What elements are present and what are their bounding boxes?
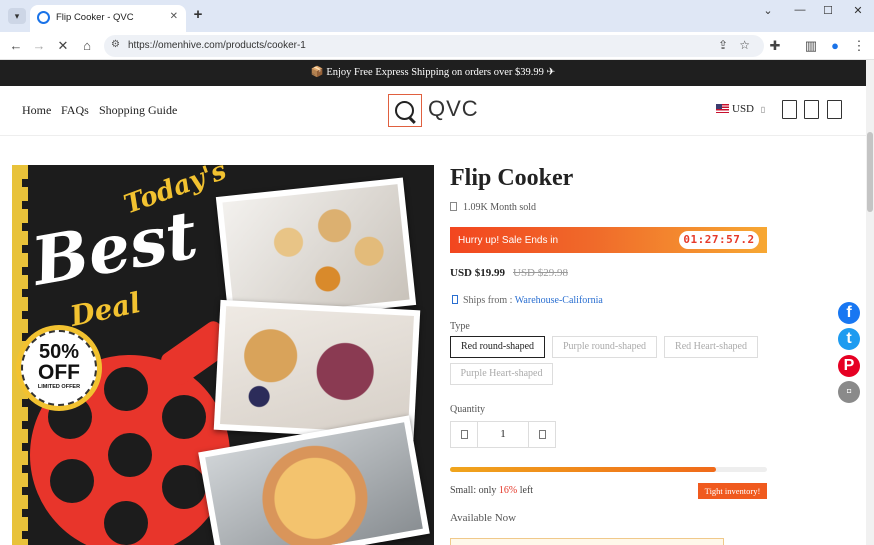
nav-home-link[interactable]: Home (22, 103, 51, 118)
product-title: Flip Cooker (450, 165, 574, 191)
variant-purple-heart[interactable]: Purple Heart-shaped (450, 363, 553, 385)
tab-title: Flip Cooker - QVC (56, 12, 134, 23)
nav-shopping-guide-link[interactable]: Shopping Guide (99, 103, 177, 118)
decrease-quantity-button[interactable] (451, 422, 477, 447)
quantity-stepper: 1 (450, 421, 556, 448)
search-icon[interactable] (782, 100, 797, 119)
site-info-icon[interactable]: ⚙ (111, 39, 120, 50)
warehouse-link[interactable]: Warehouse-California (515, 295, 603, 306)
original-price: USD $29.98 (513, 267, 569, 279)
sale-countdown-bar: Hurry up! Sale Ends in 01:27:57.2 (450, 227, 767, 253)
variant-purple-round[interactable]: Purple round-shaped (552, 336, 657, 358)
share-page-icon[interactable]: ⇪ (718, 38, 728, 52)
quantity-label: Quantity (450, 404, 485, 415)
stop-loading-icon[interactable]: ✕ (54, 37, 72, 55)
browser-toolbar: ← → ✕ ⌂ ⚙ https://omenhive.com/products/… (0, 32, 874, 60)
back-icon[interactable]: ← (7, 37, 25, 55)
new-tab-icon[interactable]: + (190, 7, 206, 23)
badge-limited: LIMITED OFFER (37, 384, 81, 390)
stock-percent: 16% (498, 485, 518, 496)
share-icon[interactable]: ▫ (838, 381, 860, 403)
pinterest-icon[interactable]: P (838, 355, 860, 377)
ships-from: Ships from : Warehouse-California (452, 295, 603, 306)
side-panel-icon[interactable]: ▥ (802, 37, 820, 55)
url-text[interactable]: https://omenhive.com/products/cooker-1 (128, 40, 306, 51)
twitter-icon[interactable]: t (838, 328, 860, 350)
stock-progress-bar (450, 467, 767, 472)
badge-percent: 50% (38, 341, 80, 363)
account-icon[interactable] (804, 100, 819, 119)
quantity-input[interactable]: 1 (477, 422, 529, 447)
promo-headline-best: Best (26, 195, 203, 301)
facebook-icon[interactable]: f (838, 302, 860, 324)
page-scrollbar[interactable] (866, 60, 874, 545)
announcement-bar: 📦 Enjoy Free Express Shipping on orders … (0, 60, 866, 86)
sale-text: Hurry up! Sale Ends in (458, 235, 559, 246)
fire-icon (450, 202, 457, 211)
address-bar[interactable]: ⚙ https://omenhive.com/products/cooker-1… (104, 35, 764, 57)
bookmark-star-icon[interactable]: ☆ (739, 38, 750, 52)
countdown-timer: 01:27:57.2 (679, 231, 759, 249)
ships-from-label: Ships from : (463, 295, 513, 306)
sold-count-text: 1.09K Month sold (463, 202, 537, 213)
browser-tab-bar: ▾ Flip Cooker - QVC ✕ + ⌄ — ☐ ✕ (0, 0, 874, 32)
stock-progress-fill (450, 467, 717, 472)
currency-selector[interactable]: USD ▯ (716, 103, 765, 115)
available-now-label: Available Now (450, 512, 517, 524)
stock-suffix: left (517, 485, 534, 496)
logo-text[interactable]: QVC (428, 96, 479, 122)
scroll-thumb[interactable] (867, 132, 873, 212)
product-image[interactable]: Today's Best Deal 50% OFF LIMITED OFFER (12, 165, 434, 545)
home-icon[interactable]: ⌂ (78, 37, 96, 55)
variant-red-round[interactable]: Red round-shaped (450, 336, 545, 358)
nav-faqs-link[interactable]: FAQs (61, 103, 89, 118)
current-price: USD $19.99 (450, 267, 506, 279)
increase-quantity-button[interactable] (529, 422, 555, 447)
chevron-down-icon: ▯ (760, 105, 766, 114)
minimize-icon[interactable]: — (790, 4, 810, 16)
variant-red-heart[interactable]: Red Heart-shaped (664, 336, 758, 358)
cart-icon[interactable] (827, 100, 842, 119)
forward-icon[interactable]: → (30, 37, 48, 55)
stock-status: Small: only 16% left (450, 485, 533, 496)
tab-favicon-icon (37, 11, 50, 24)
discount-badge: 50% OFF LIMITED OFFER (16, 325, 102, 411)
tab-search-icon[interactable]: ▾ (8, 8, 26, 24)
tab-close-icon[interactable]: ✕ (170, 11, 178, 22)
badge-off: OFF (38, 361, 80, 384)
type-label: Type (450, 321, 470, 332)
maximize-icon[interactable]: ☐ (818, 4, 838, 17)
location-icon (452, 295, 458, 304)
more-menu-icon[interactable]: ⋮ (850, 37, 868, 55)
close-window-icon[interactable]: ✕ (848, 4, 868, 17)
profile-icon[interactable]: ● (826, 37, 844, 55)
extensions-icon[interactable]: ✚ (766, 37, 784, 55)
sold-count: 1.09K Month sold (450, 202, 536, 213)
currency-label: USD (732, 103, 755, 115)
tight-inventory-badge: Tight inventory! (698, 483, 767, 499)
us-flag-icon (716, 104, 729, 113)
browser-tab[interactable]: Flip Cooker - QVC ✕ (30, 5, 186, 32)
site-header: Home FAQs Shopping Guide QVC USD ▯ (0, 86, 866, 136)
logo-mark[interactable] (388, 94, 422, 127)
food-photo-mini-pancakes (198, 415, 430, 545)
stock-prefix: Small: only (450, 485, 499, 496)
chevron-down-icon[interactable]: ⌄ (758, 4, 778, 17)
add-to-cart-button[interactable] (450, 538, 724, 545)
